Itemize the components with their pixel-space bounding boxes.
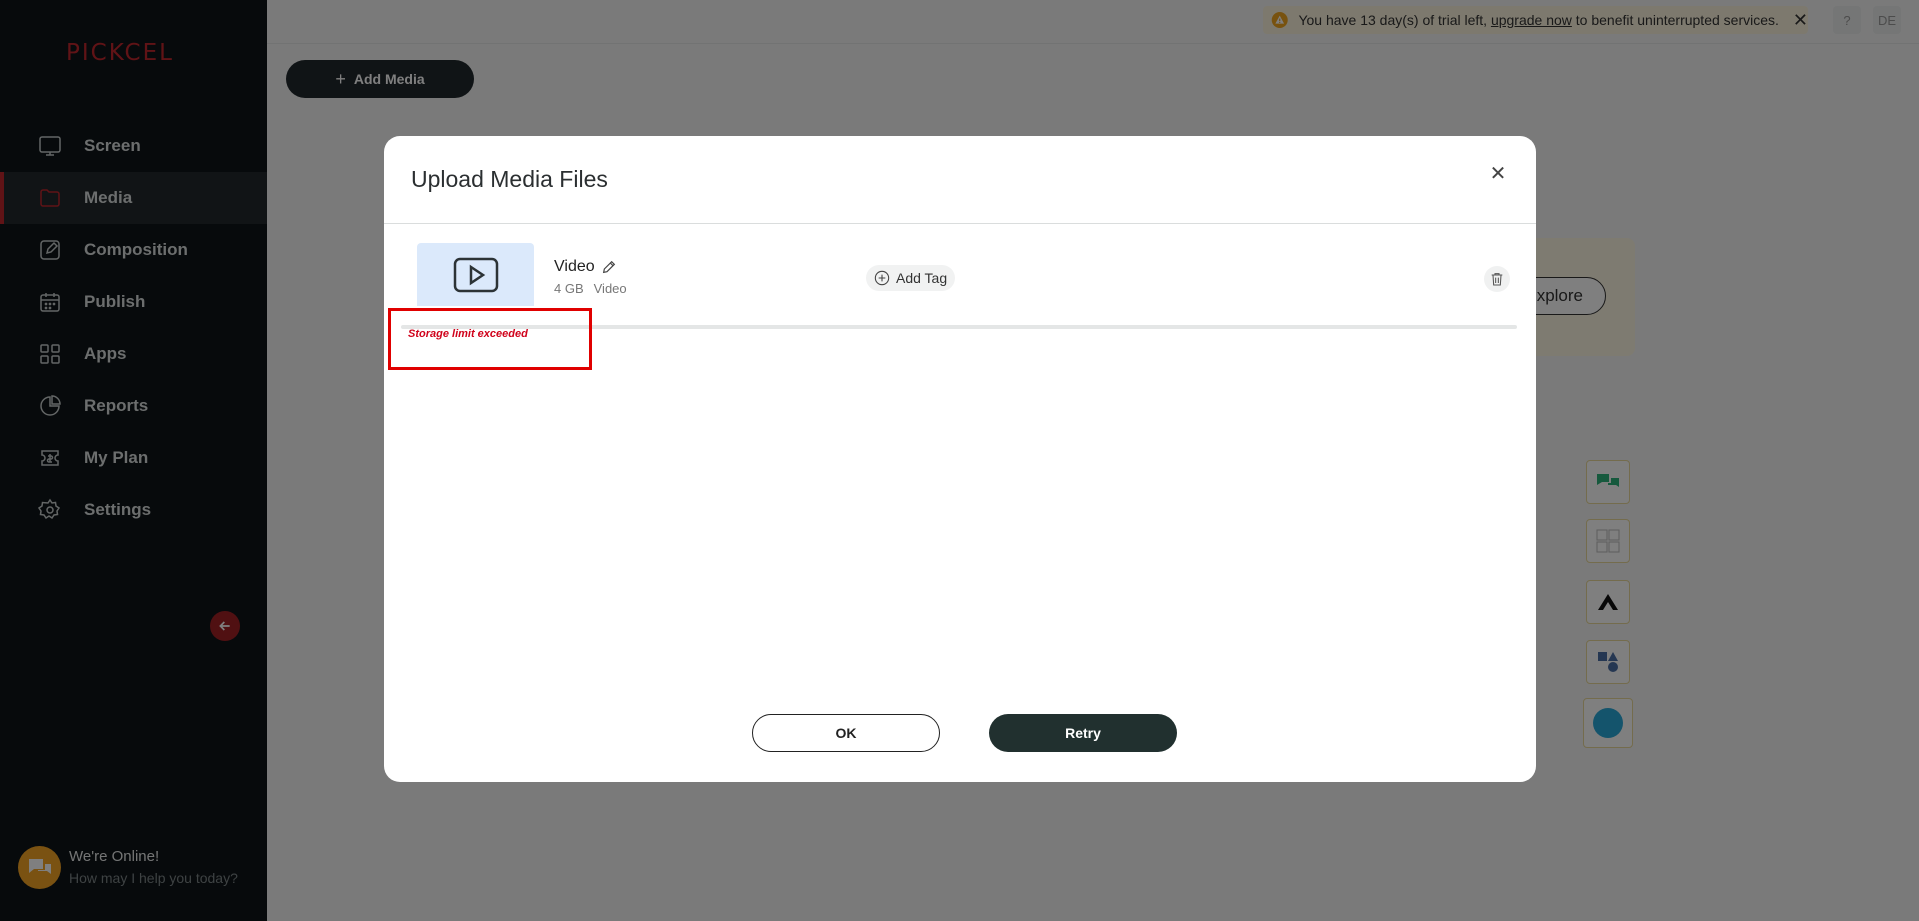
file-thumbnail bbox=[417, 243, 534, 306]
upload-media-dialog: Upload Media Files ✕ Video 4 GB Video Add… bbox=[384, 136, 1536, 782]
dialog-title: Upload Media Files bbox=[411, 166, 608, 192]
file-meta: 4 GB Video bbox=[554, 281, 627, 296]
add-tag-button[interactable]: Add Tag bbox=[866, 265, 956, 291]
retry-button[interactable]: Retry bbox=[989, 714, 1177, 752]
dialog-divider bbox=[384, 223, 1536, 224]
ok-button[interactable]: OK bbox=[752, 714, 940, 752]
delete-file-button[interactable] bbox=[1484, 266, 1510, 292]
pencil-icon[interactable] bbox=[601, 259, 617, 275]
upload-error-message: Storage limit exceeded bbox=[408, 328, 528, 340]
plus-circle-icon bbox=[874, 270, 890, 286]
trash-icon bbox=[1491, 273, 1503, 286]
file-type: Video bbox=[593, 281, 627, 296]
file-size: 4 GB bbox=[554, 281, 584, 296]
file-name: Video bbox=[554, 258, 617, 276]
close-icon[interactable]: ✕ bbox=[1488, 164, 1508, 184]
add-tag-label: Add Tag bbox=[896, 270, 948, 286]
video-icon bbox=[453, 257, 498, 292]
